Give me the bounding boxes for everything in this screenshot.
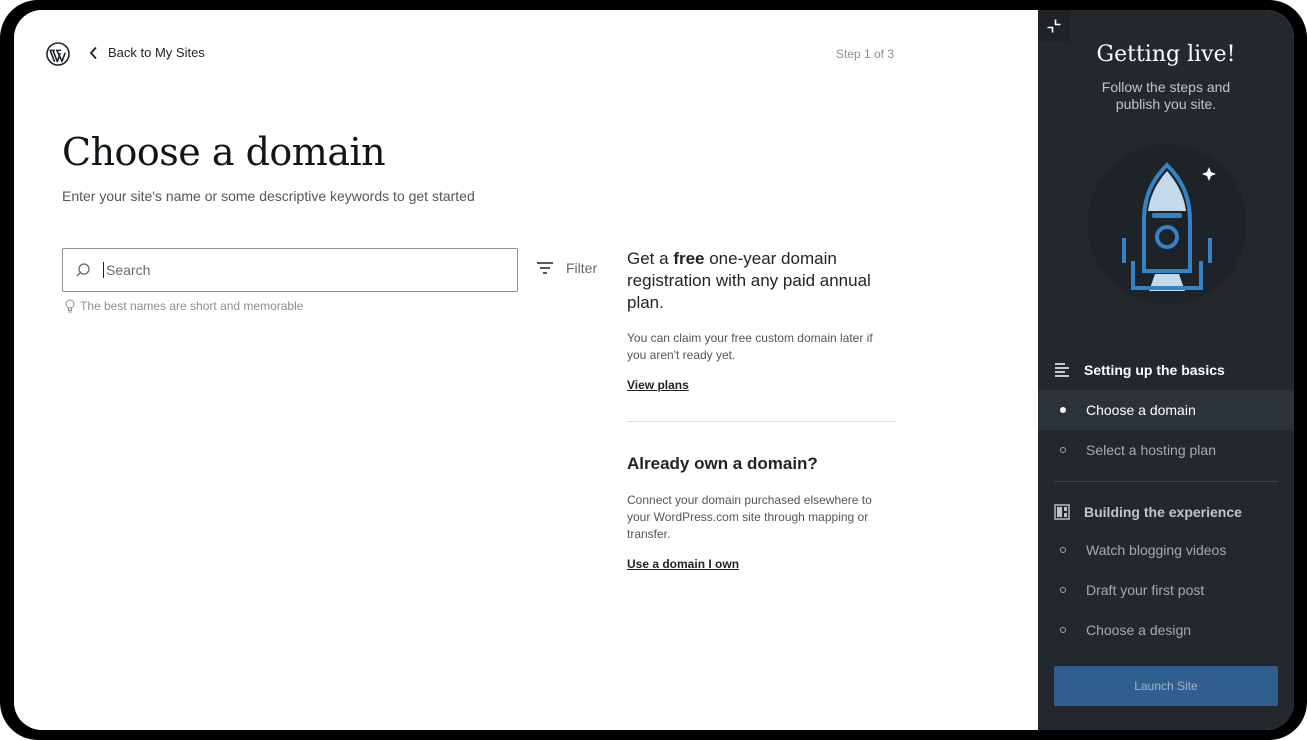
task-label: Watch blogging videos xyxy=(1086,542,1227,558)
task-choose-domain[interactable]: Choose a domain xyxy=(1038,390,1294,430)
section-setting-up-basics: Setting up the basics xyxy=(1054,362,1225,378)
own-domain-section: Already own a domain? Connect your domai… xyxy=(627,454,895,573)
task-watch-blogging-videos[interactable]: Watch blogging videos xyxy=(1038,530,1294,570)
sidebar-divider xyxy=(1054,481,1278,482)
search-hint: The best names are short and memorable xyxy=(64,299,303,313)
page-title: Choose a domain xyxy=(62,130,386,174)
list-icon xyxy=(1055,363,1069,377)
section-label: Setting up the basics xyxy=(1084,362,1225,378)
lightbulb-icon xyxy=(65,299,75,313)
promo-heading-prefix: Get a xyxy=(627,249,674,268)
promo-text: You can claim your free custom domain la… xyxy=(627,331,873,362)
back-label: Back to My Sites xyxy=(108,45,205,60)
collapse-icon xyxy=(1047,19,1061,33)
screen: Back to My Sites Step 1 of 3 Choose a do… xyxy=(14,10,1294,730)
own-domain-heading: Already own a domain? xyxy=(627,454,818,473)
search-input[interactable] xyxy=(103,262,483,278)
section-building-experience: Building the experience xyxy=(1054,504,1242,520)
task-choose-design[interactable]: Choose a design xyxy=(1038,610,1294,650)
task-bullet xyxy=(1060,547,1066,553)
collapse-button[interactable] xyxy=(1038,10,1070,42)
divider xyxy=(627,421,895,422)
view-plans-link[interactable]: View plans xyxy=(627,378,689,392)
promo-heading: Get a free one-year domain registration … xyxy=(627,248,895,314)
getting-live-sidebar: Getting live! Follow the steps and publi… xyxy=(1038,10,1294,730)
sidebar-title: Getting live! xyxy=(1096,42,1236,67)
main-pane: Back to My Sites Step 1 of 3 Choose a do… xyxy=(14,10,1038,730)
task-bullet xyxy=(1060,407,1066,413)
grid-icon xyxy=(1054,504,1070,520)
wordpress-logo-icon[interactable] xyxy=(46,42,70,66)
hint-text: The best names are short and memorable xyxy=(80,299,304,313)
filter-icon xyxy=(537,262,553,274)
use-own-domain-link[interactable]: Use a domain I own xyxy=(627,557,739,571)
page-subtitle: Enter your site's name or some descripti… xyxy=(62,188,475,204)
rocket-icon xyxy=(1087,144,1247,304)
task-label: Choose a design xyxy=(1086,622,1192,638)
promo-heading-bold: free xyxy=(673,249,705,268)
sidebar-subtitle: Follow the steps and publish you site. xyxy=(1101,79,1231,112)
chevron-left-icon xyxy=(89,46,97,59)
step-indicator: Step 1 of 3 xyxy=(835,47,894,61)
back-to-sites-link[interactable]: Back to My Sites xyxy=(88,45,205,60)
task-draft-first-post[interactable]: Draft your first post xyxy=(1038,570,1294,610)
search-icon xyxy=(76,263,90,277)
search-box[interactable] xyxy=(62,248,518,292)
free-domain-promo: Get a free one-year domain registration … xyxy=(627,248,895,394)
task-bullet xyxy=(1060,627,1066,633)
launch-site-button[interactable]: Launch Site xyxy=(1054,666,1278,706)
task-select-hosting-plan[interactable]: Select a hosting plan xyxy=(1038,430,1294,470)
device-frame: Back to My Sites Step 1 of 3 Choose a do… xyxy=(0,0,1307,740)
task-label: Select a hosting plan xyxy=(1086,442,1216,458)
task-label: Choose a domain xyxy=(1086,402,1196,418)
task-bullet xyxy=(1060,447,1066,453)
filter-button[interactable]: Filter xyxy=(536,260,597,276)
task-label: Draft your first post xyxy=(1086,582,1205,598)
section-label: Building the experience xyxy=(1084,504,1242,520)
own-domain-text: Connect your domain purchased elsewhere … xyxy=(627,493,872,541)
filter-label: Filter xyxy=(566,260,598,276)
task-bullet xyxy=(1060,587,1066,593)
